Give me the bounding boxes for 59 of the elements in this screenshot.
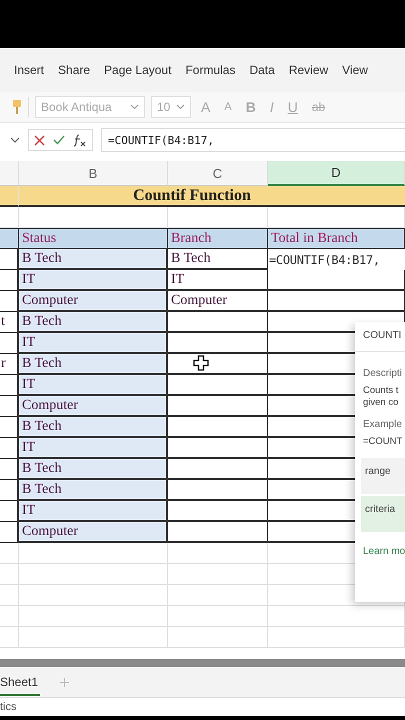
caret-icon (176, 104, 185, 110)
panel-text: Counts t (363, 385, 400, 397)
formula-cell[interactable]: =COUNTIF(B4:B17, (268, 249, 405, 270)
cancel-icon[interactable] (34, 134, 45, 146)
table-header-cell (0, 228, 19, 249)
ribbon-tab[interactable]: Share (52, 63, 96, 77)
status-text: tics (0, 701, 16, 713)
table-cell: IT (168, 270, 268, 291)
table-cell: B Tech (19, 459, 168, 480)
table-cell: IT (19, 501, 168, 522)
ribbon-tab[interactable]: Data (243, 63, 281, 77)
table-cell (0, 627, 19, 648)
table-cell: Computer (168, 291, 268, 312)
table-cell (0, 543, 19, 564)
function-icon[interactable] (73, 134, 87, 146)
table-cell: B Tech (168, 249, 268, 270)
check-icon[interactable] (53, 135, 65, 145)
table-cell: Computer (19, 522, 168, 543)
panel-label: Descripti (363, 368, 403, 379)
learn-more-link[interactable]: Learn mo (363, 546, 405, 557)
table-cell: B Tech (19, 480, 168, 501)
table-cell (0, 606, 19, 627)
format-painter-icon[interactable] (12, 99, 22, 115)
formula-input[interactable]: =COUNTIF(B4:B17, (101, 128, 405, 152)
caret-icon (130, 104, 139, 110)
table-cell (0, 585, 19, 606)
table-cell: B Tech (19, 417, 168, 438)
ribbon-tab[interactable]: View (336, 63, 374, 77)
panel-text: =COUNT (363, 436, 404, 448)
column-header[interactable]: D (268, 161, 405, 186)
table-cell: Computer (19, 396, 168, 417)
table-header-cell: Status (19, 228, 168, 249)
argument-row[interactable]: criteria (361, 496, 405, 532)
table-cell (0, 564, 19, 585)
name-box-dropdown-icon[interactable] (10, 136, 20, 144)
cursor-icon (193, 355, 209, 371)
table-cell: B Tech (19, 249, 168, 270)
table-header-cell: Branch (168, 228, 268, 249)
ribbon-tab[interactable]: Page Layout (98, 63, 178, 77)
panel-label: Example (363, 419, 403, 430)
argument-row[interactable]: range (361, 458, 405, 494)
table-cell (0, 186, 19, 207)
table-cell: IT (19, 438, 168, 459)
ribbon-tab[interactable]: Formulas (179, 63, 242, 77)
table-cell: B Tech (19, 354, 168, 375)
table-cell: IT (19, 270, 168, 291)
ribbon-tab[interactable]: Review (282, 63, 334, 77)
sheet-tab[interactable]: Sheet1 (0, 668, 40, 696)
panel-title: COUNTI (363, 330, 402, 341)
ribbon-tab[interactable]: Insert (8, 63, 50, 77)
table-header-cell: Total in Branch (268, 228, 405, 249)
panel-text: given co (363, 397, 400, 409)
table-cell: IT (19, 375, 168, 396)
table-cell: Computer (19, 291, 168, 312)
column-header[interactable]: B (19, 161, 168, 186)
table-cell: IT (19, 333, 168, 354)
sheet-title-cell: Countif Function (19, 186, 405, 207)
column-header[interactable]: C (168, 161, 268, 186)
table-cell: B Tech (19, 312, 168, 333)
